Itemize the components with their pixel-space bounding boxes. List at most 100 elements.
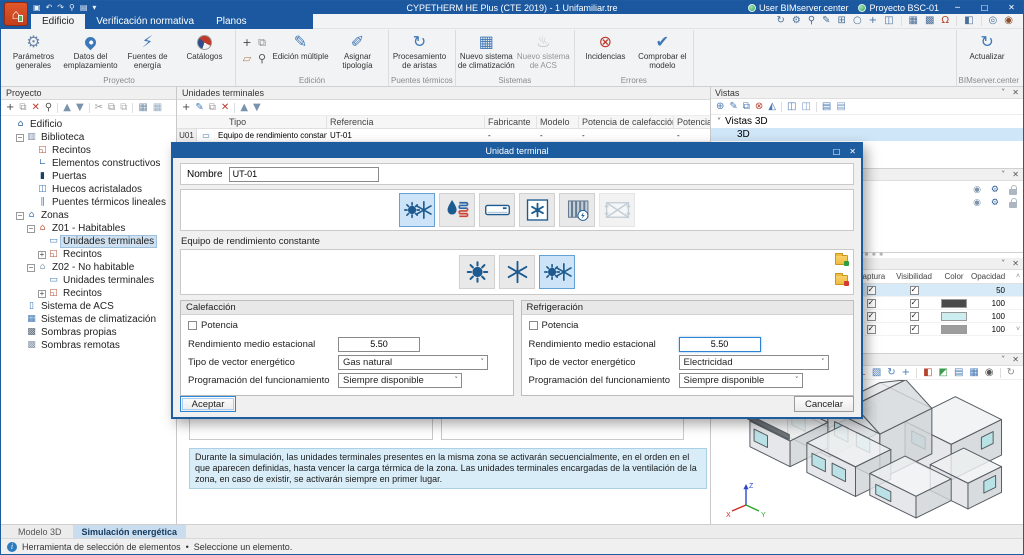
tree-item-sombras-remotas[interactable]: ▩Sombras remotas xyxy=(1,339,176,352)
up-icon[interactable]: ▲ xyxy=(63,103,71,113)
scroll-down-icon[interactable]: ˅ xyxy=(1013,326,1023,333)
delete-icon[interactable]: ✕ xyxy=(32,103,40,113)
edit-view-icon[interactable]: ✎ xyxy=(729,102,737,112)
search-icon[interactable]: ⚲ xyxy=(255,51,269,66)
color-swatch[interactable] xyxy=(941,312,967,321)
book2-icon[interactable]: ▤ xyxy=(836,102,845,112)
expand-icon[interactable]: + xyxy=(38,290,46,298)
potencia-checkbox-refrigeracion[interactable]: Potencia xyxy=(529,319,847,332)
app-icon[interactable]: ⌂ xyxy=(4,2,28,26)
rendimiento-input-refrigeracion[interactable] xyxy=(679,337,761,352)
cooling-only-icon[interactable] xyxy=(499,255,535,289)
vis3d-icon[interactable]: ◉ xyxy=(985,368,994,378)
view-3d-item[interactable]: 3D xyxy=(711,128,1023,141)
collapse-icon[interactable]: − xyxy=(16,134,24,142)
lock-icon[interactable] xyxy=(1009,202,1017,208)
water-coil-icon[interactable] xyxy=(439,193,475,227)
bimserver-user-chip[interactable]: User BIMserver.center xyxy=(748,3,849,13)
bimserver-project-chip[interactable]: Proyecto BSC-01 xyxy=(858,3,939,13)
redo-icon[interactable]: ↷ xyxy=(57,4,64,12)
pan-icon[interactable]: + xyxy=(869,16,877,26)
visibilidad-checkbox[interactable]: ✓ xyxy=(910,312,919,321)
catalogos-button[interactable]: Catálogos xyxy=(176,30,233,61)
add-icon[interactable]: + xyxy=(240,35,254,50)
captura-checkbox[interactable]: ✓ xyxy=(867,286,876,295)
magnet-icon[interactable]: Ω xyxy=(941,16,949,26)
visibilidad-checkbox[interactable]: ✓ xyxy=(910,299,919,308)
doc-tab-modelo-3d[interactable]: Modelo 3D xyxy=(9,525,71,538)
edit-icon[interactable]: ✎ xyxy=(195,103,203,113)
find-icon[interactable]: ⚲ xyxy=(69,4,75,12)
doc-tab-simulacion-energetica[interactable]: Simulación energética xyxy=(73,525,187,538)
heating-cooling-icon[interactable] xyxy=(539,255,575,289)
chev-icon[interactable]: ˅ xyxy=(1001,260,1005,268)
tree-item-unidades-terminales[interactable]: ▭Unidades terminales xyxy=(1,235,176,248)
table2-icon[interactable]: ▦ xyxy=(153,103,162,113)
close-sm-icon[interactable]: ✕ xyxy=(1012,260,1019,268)
search-icon[interactable]: ⚲ xyxy=(45,103,52,113)
chev-icon[interactable]: ˅ xyxy=(1001,171,1005,179)
close-sm-icon[interactable]: ✕ xyxy=(1012,171,1019,179)
collapse-icon[interactable]: − xyxy=(27,225,35,233)
fan-coil-icon[interactable] xyxy=(519,193,555,227)
capture-icon[interactable]: ◫ xyxy=(884,16,893,26)
table-add-icon[interactable]: ▦ xyxy=(138,103,147,113)
tab-verificacion-normativa[interactable]: Verificación normativa xyxy=(85,14,205,29)
cancelar-button[interactable]: Cancelar xyxy=(794,396,854,412)
datos-del-emplazamiento-button[interactable]: Datos del emplazamiento xyxy=(62,30,119,70)
solid-icon[interactable]: ▦ xyxy=(969,368,978,378)
tree-item-recintos[interactable]: ◱Recintos xyxy=(1,144,176,157)
zoom-window-icon[interactable]: ⊞ xyxy=(838,16,846,26)
dup-view-icon[interactable]: ⧉ xyxy=(743,102,750,112)
split-unit-icon[interactable] xyxy=(479,193,515,227)
tree-item-unidades-terminales[interactable]: ▭Unidades terminales xyxy=(1,274,176,287)
render-icon[interactable]: ◉ xyxy=(1004,16,1013,26)
tree-item-z02-no-habitable[interactable]: −⌂Z02 - No habitable xyxy=(1,261,176,274)
maximize-button[interactable]: □ xyxy=(976,3,993,12)
del-view-icon[interactable]: ⊗ xyxy=(755,102,763,112)
lock-icon[interactable] xyxy=(1009,189,1017,195)
tree-item-recintos[interactable]: +◱Recintos xyxy=(1,287,176,300)
captura-checkbox[interactable]: ✓ xyxy=(867,299,876,308)
close-button[interactable]: ✕ xyxy=(1003,3,1020,12)
import-library-icon[interactable] xyxy=(835,255,848,265)
grid-icon[interactable]: ▦ xyxy=(909,16,918,26)
vector-select-refrigeracion[interactable]: Electricidad˅ xyxy=(679,355,829,370)
terminal-row-U01[interactable]: U01 ▭ Equipo de rendimiento constante UT… xyxy=(177,129,710,142)
photo2-icon[interactable]: ◫ xyxy=(801,102,810,112)
settings-icon[interactable]: ⚙ xyxy=(991,199,999,208)
pan3d-icon[interactable]: + xyxy=(902,368,910,378)
chev-icon[interactable]: ˅ xyxy=(1001,356,1005,364)
tree-item-sombras-propias[interactable]: ▩Sombras propias xyxy=(1,326,176,339)
orbit3d-icon[interactable]: ↻ xyxy=(887,368,895,378)
zoom-extents-icon[interactable]: ⚲ xyxy=(808,16,815,26)
tree-item-huecos-acristalados[interactable]: ◫Huecos acristalados xyxy=(1,183,176,196)
layout-icon[interactable]: ◧ xyxy=(964,16,973,26)
photo-icon[interactable]: ◫ xyxy=(787,102,796,112)
collapse-icon[interactable]: − xyxy=(27,264,35,272)
copy-icon[interactable]: ⧉ xyxy=(209,103,216,113)
electric-radiator-icon[interactable] xyxy=(559,193,595,227)
erase-icon[interactable]: ▱ xyxy=(240,51,254,66)
tree-item-sistemas-de-climatizacion[interactable]: ▦Sistemas de climatización xyxy=(1,313,176,326)
tree-item-puertas[interactable]: ▮Puertas xyxy=(1,170,176,183)
book-icon[interactable]: ▤ xyxy=(822,102,831,112)
tree-item-zonas[interactable]: −⌂Zonas xyxy=(1,209,176,222)
heating-only-icon[interactable] xyxy=(459,255,495,289)
actualizar-button[interactable]: ↻ Actualizar xyxy=(959,30,1016,61)
captura-checkbox[interactable]: ✓ xyxy=(867,325,876,334)
down-icon[interactable]: ▼ xyxy=(253,103,261,113)
color-swatch[interactable] xyxy=(941,325,967,334)
incidencias-button[interactable]: ⊗Incidencias xyxy=(577,30,634,61)
layers3d-icon[interactable]: ▤ xyxy=(954,368,963,378)
sphere-icon[interactable]: ○ xyxy=(853,16,862,26)
save-icon[interactable]: ▣ xyxy=(33,4,41,12)
aceptar-button[interactable]: Aceptar xyxy=(180,396,236,412)
vector-select-calefaccion[interactable]: Gas natural˅ xyxy=(338,355,488,370)
floor-row[interactable]: ◉⚙ xyxy=(973,185,1017,196)
up-icon[interactable]: ▲ xyxy=(240,103,248,113)
cube3d-icon[interactable]: ▧ xyxy=(872,368,881,378)
clip-icon[interactable]: ◧ xyxy=(923,368,932,378)
close-sm-icon[interactable]: ✕ xyxy=(1012,356,1019,364)
potencia-checkbox-calefaccion[interactable]: Potencia xyxy=(188,319,506,332)
